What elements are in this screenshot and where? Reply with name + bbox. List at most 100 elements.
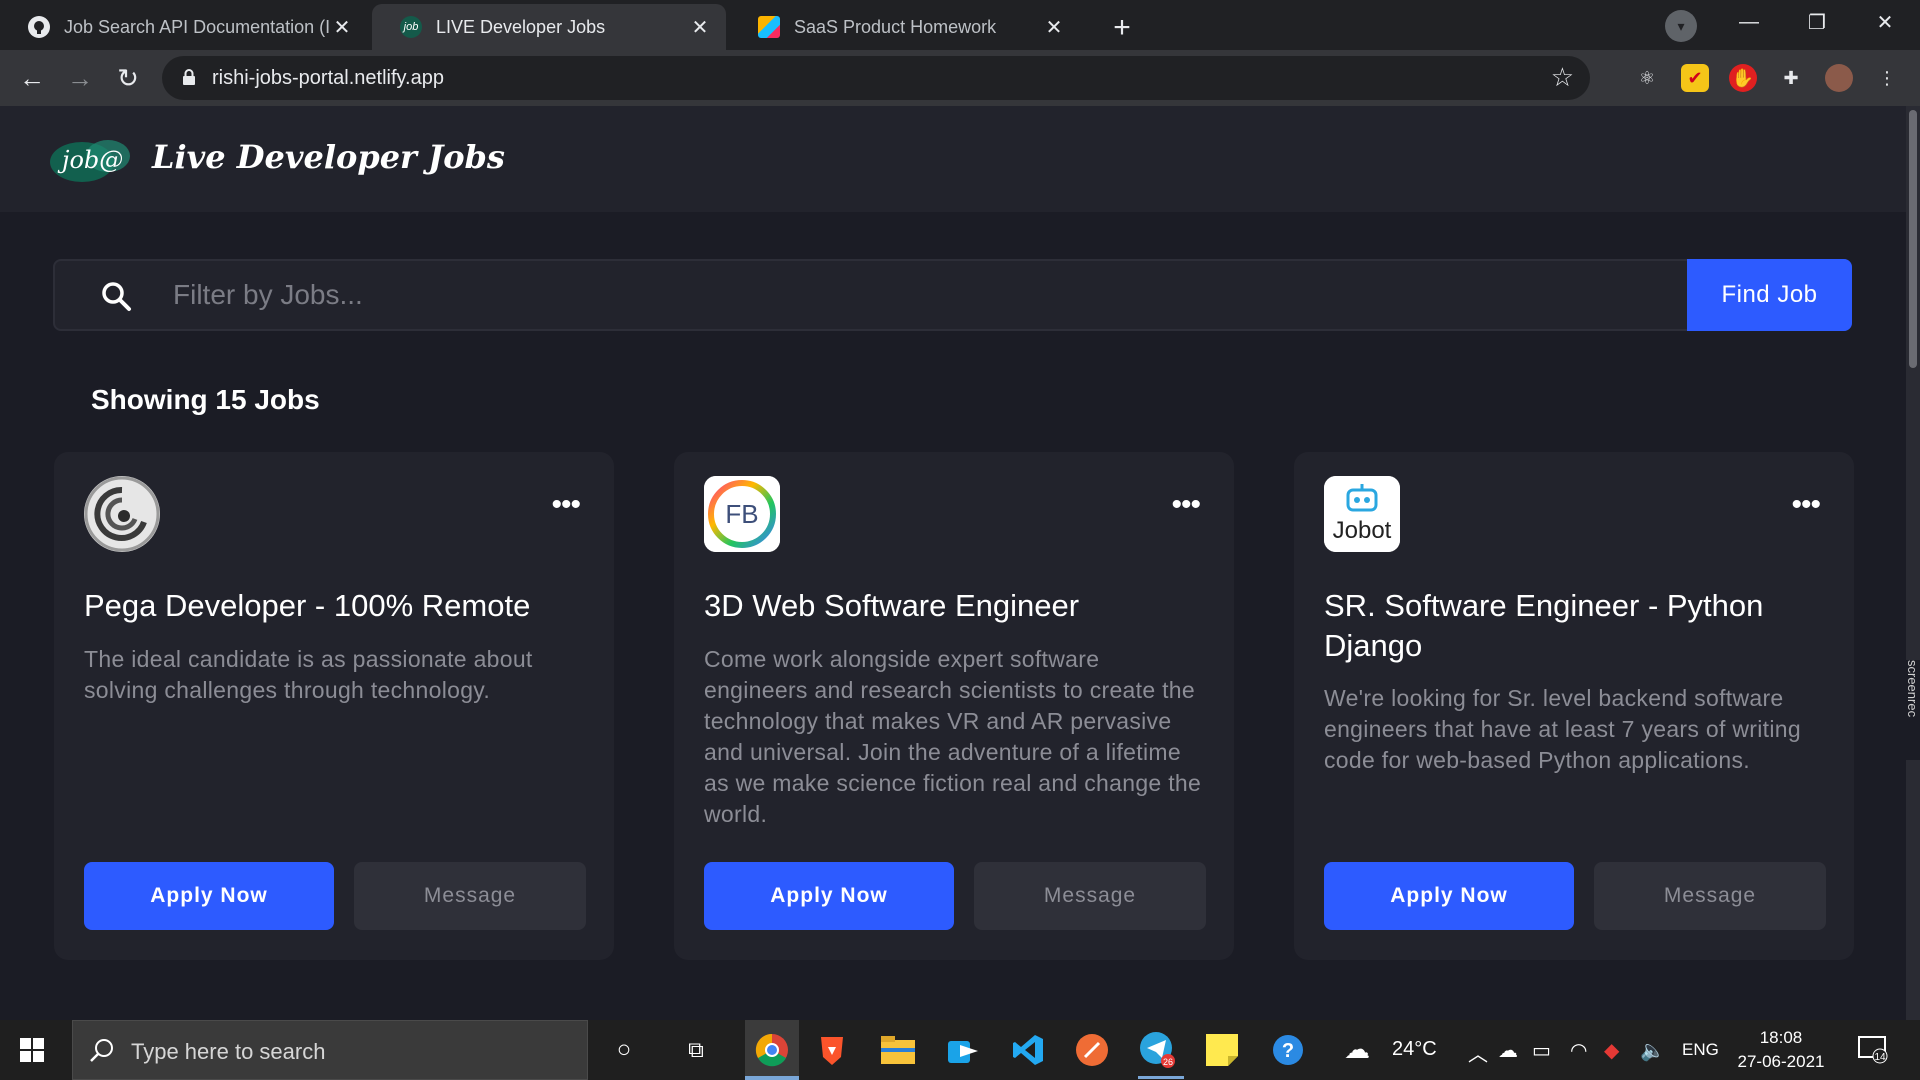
job-description: We're looking for Sr. level backend soft… <box>1324 685 1801 773</box>
search-icon <box>90 1039 113 1062</box>
close-tab-icon[interactable]: ✕ <box>330 15 354 40</box>
github-octocat-icon <box>28 16 50 38</box>
apply-now-button[interactable]: Apply Now <box>84 862 334 930</box>
weather-cloud-icon[interactable]: ☁ <box>1344 1034 1370 1065</box>
weather-temperature[interactable]: 24°C <box>1392 1038 1437 1061</box>
close-tab-icon[interactable]: ✕ <box>1042 15 1066 40</box>
site-title: Live Developer Jobs <box>152 138 505 176</box>
screen: Job Search API Documentation (I ✕ job LI… <box>0 0 1920 1080</box>
job-logo-icon: job <box>400 16 422 38</box>
close-tab-icon[interactable]: ✕ <box>688 15 712 40</box>
share-app-icon[interactable] <box>944 1030 984 1070</box>
onedrive-icon[interactable]: ☁ <box>1498 1038 1518 1063</box>
job-card: ••• Pega Developer - 100% Remote The ide… <box>54 452 614 960</box>
fb-company-logo: FB <box>704 476 780 552</box>
tab-saas-product-homework[interactable]: SaaS Product Homework ✕ <box>730 4 1080 50</box>
brave-taskbar-icon[interactable] <box>812 1030 852 1070</box>
volume-icon[interactable]: 🔈 <box>1640 1038 1665 1063</box>
tab-label: Job Search API Documentation (I <box>64 16 330 37</box>
job-site-logo: job@ <box>50 140 130 182</box>
adblock-icon[interactable]: ✋ <box>1729 64 1757 92</box>
lock-icon <box>183 69 195 85</box>
page-content: job@ Live Developer Jobs Find Job Showin… <box>0 106 1906 1020</box>
restore-icon[interactable]: ❐ <box>1783 0 1851 44</box>
forward-icon[interactable]: → <box>60 58 100 98</box>
extensions-puzzle-icon[interactable]: ✚ <box>1777 64 1805 92</box>
show-hidden-icons-chevron-icon[interactable]: ︿ <box>1468 1038 1488 1067</box>
minimize-icon[interactable]: — <box>1715 0 1783 44</box>
search-icon <box>102 282 131 311</box>
task-view-icon[interactable]: ⧉ <box>676 1030 716 1070</box>
apply-now-button[interactable]: Apply Now <box>1324 862 1574 930</box>
dropbox-icon[interactable]: ◆ <box>1604 1038 1619 1063</box>
scrollbar-thumb[interactable] <box>1909 110 1917 368</box>
svg-text:?: ? <box>1282 1040 1294 1062</box>
job-title: SR. Software Engineer - Python Django <box>1324 588 1764 663</box>
help-icon[interactable]: ? <box>1268 1030 1308 1070</box>
vscode-taskbar-icon[interactable] <box>1008 1030 1048 1070</box>
more-options-icon[interactable]: ••• <box>1791 490 1820 520</box>
page-scrollbar[interactable] <box>1906 106 1920 1020</box>
plus-icon: + <box>1113 11 1131 44</box>
close-window-icon[interactable]: ✕ <box>1851 0 1919 44</box>
job-count-heading: Showing 15 Jobs <box>91 384 320 415</box>
airtable-icon <box>758 16 780 38</box>
tab-live-developer-jobs[interactable]: job LIVE Developer Jobs ✕ <box>372 4 726 50</box>
apply-now-button[interactable]: Apply Now <box>704 862 954 930</box>
new-tab-button[interactable]: + <box>1102 8 1142 48</box>
svg-text:FB: FB <box>725 499 758 529</box>
job-card: Jobot ••• SR. Software Engineer - Python… <box>1294 452 1854 960</box>
battery-icon[interactable]: ▭ <box>1532 1038 1551 1063</box>
language-indicator[interactable]: ENG <box>1682 1040 1719 1060</box>
screenrec-watermark: screenrec <box>1904 660 1920 760</box>
reload-icon[interactable]: ↻ <box>108 58 148 98</box>
telegram-taskbar-icon[interactable]: 26 <box>1138 1030 1178 1070</box>
job-title: 3D Web Software Engineer <box>704 588 1080 623</box>
taskbar-clock[interactable]: 18:08 27-06-2021 <box>1735 1026 1827 1074</box>
message-button[interactable]: Message <box>1594 862 1826 930</box>
site-header: job@ Live Developer Jobs <box>0 106 1906 212</box>
profile-avatar[interactable] <box>1825 64 1853 92</box>
tab-label: SaaS Product Homework <box>794 16 997 37</box>
address-bar[interactable]: rishi-jobs-portal.netlify.app ☆ <box>162 56 1590 100</box>
job-description: Come work alongside expert software engi… <box>704 646 1202 827</box>
browser-toolbar: ← → ↻ rishi-jobs-portal.netlify.app ☆ ⚛ … <box>0 50 1920 106</box>
job-card: FB ••• 3D Web Software Engineer Come wor… <box>674 452 1234 960</box>
pega-company-logo <box>84 476 160 552</box>
windows-start-icon[interactable] <box>20 1038 44 1062</box>
more-options-icon[interactable]: ••• <box>551 490 580 520</box>
notifications-icon[interactable]: 14 <box>1858 1036 1888 1070</box>
taskbar-search-placeholder: Type here to search <box>131 1039 326 1064</box>
svg-text:14: 14 <box>1874 1052 1886 1063</box>
jobot-company-logo: Jobot <box>1324 476 1400 552</box>
tab-label: LIVE Developer Jobs <box>436 16 606 37</box>
extension-shield-icon[interactable]: ✔ <box>1681 64 1709 92</box>
job-description: The ideal candidate is as passionate abo… <box>84 646 533 703</box>
chrome-taskbar-icon[interactable] <box>752 1030 792 1070</box>
back-icon[interactable]: ← <box>12 58 52 98</box>
tab-job-search-api[interactable]: Job Search API Documentation (I ✕ <box>0 4 368 50</box>
find-job-button[interactable]: Find Job <box>1687 259 1852 331</box>
svg-text:Jobot: Jobot <box>1333 517 1392 544</box>
bookmark-star-icon[interactable]: ☆ <box>1551 62 1574 93</box>
message-button[interactable]: Message <box>354 862 586 930</box>
file-explorer-icon[interactable] <box>878 1030 918 1070</box>
react-devtools-icon[interactable]: ⚛ <box>1633 64 1661 92</box>
job-filter-input[interactable] <box>173 275 1673 315</box>
message-button[interactable]: Message <box>974 862 1206 930</box>
more-options-icon[interactable]: ••• <box>1171 490 1200 520</box>
sticky-notes-icon[interactable] <box>1202 1030 1242 1070</box>
url-text: rishi-jobs-portal.netlify.app <box>212 67 444 89</box>
svg-text:26: 26 <box>1163 1057 1173 1067</box>
browser-menu-icon[interactable]: ⋮ <box>1873 64 1901 92</box>
job-title: Pega Developer - 100% Remote <box>84 588 531 623</box>
taskbar-search-box[interactable]: Type here to search <box>72 1020 588 1080</box>
cortana-icon[interactable]: ○ <box>604 1030 644 1070</box>
tab-search-icon[interactable]: ▾ <box>1665 10 1697 42</box>
windows-taskbar: Type here to search ○ ⧉ 26 ? ☁ 24°C ︿ ☁ … <box>0 1020 1920 1080</box>
browser-tab-bar: Job Search API Documentation (I ✕ job LI… <box>0 0 1920 50</box>
chrome-running-indicator <box>745 1076 799 1079</box>
postman-taskbar-icon[interactable] <box>1072 1030 1112 1070</box>
wifi-icon[interactable]: ◠ <box>1570 1038 1587 1063</box>
clock-time: 18:08 <box>1759 1028 1803 1047</box>
